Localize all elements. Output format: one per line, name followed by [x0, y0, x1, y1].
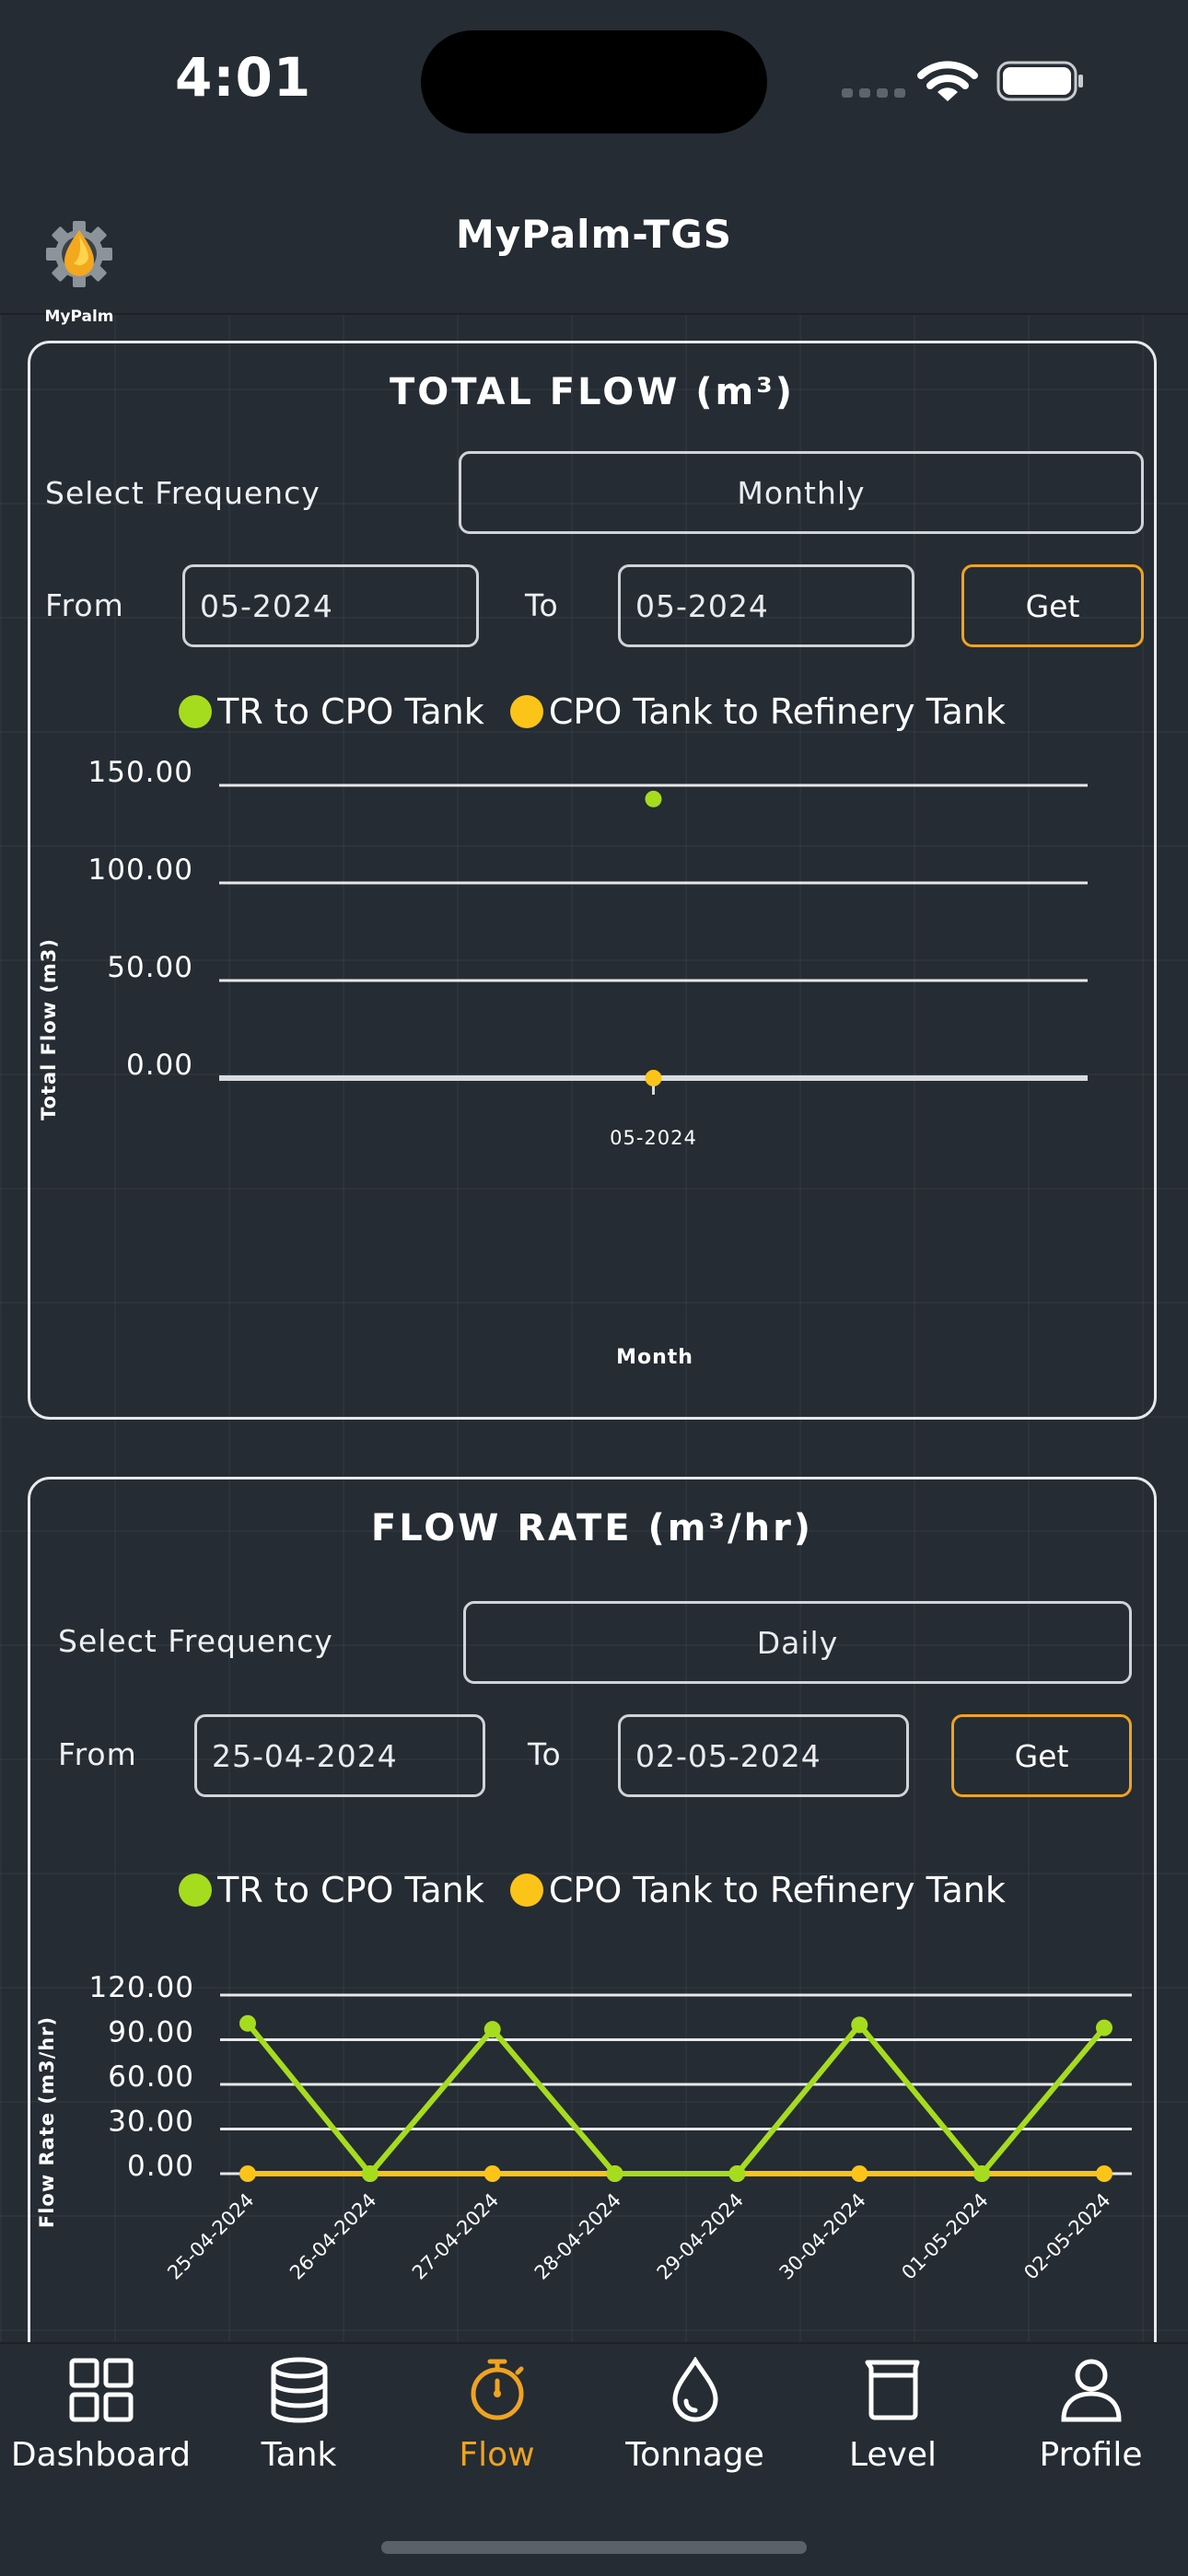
x-tick-label: 30-04-2024 [775, 2189, 870, 2284]
data-point [361, 2165, 379, 2182]
nav-item-tank[interactable]: Tank [200, 2344, 398, 2510]
total-flow-frequency-label: Select Frequency [45, 475, 320, 511]
total-flow-from-input[interactable]: 05-2024 [182, 564, 479, 647]
nav-item-tonnage[interactable]: Tonnage [596, 2344, 794, 2510]
series-line [245, 2021, 1107, 2176]
y-tick-label: 30.00 [108, 2106, 194, 2139]
beaker-icon [865, 2360, 920, 2420]
legend-dot [509, 1874, 543, 1907]
data-point [239, 2165, 256, 2182]
flow-rate-card: FLOW RATE (m³/hr) Select Frequency Daily… [28, 1477, 1157, 2407]
legend-item[interactable]: CPO Tank to Refinery Tank [509, 1870, 1006, 1910]
legend-item[interactable]: CPO Tank to Refinery Tank [509, 691, 1006, 732]
dynamic-island [421, 30, 767, 133]
grid-icon [69, 2358, 134, 2422]
nav-item-level[interactable]: Level [794, 2344, 992, 2510]
y-axis-label: Flow Rate (m3/hr) [36, 2016, 58, 2228]
flow-rate-frequency-label: Select Frequency [58, 1623, 333, 1659]
total-flow-from-label: From [45, 587, 124, 623]
legend-dot [179, 695, 213, 728]
nav-label: Level [848, 2436, 938, 2474]
flow-rate-frequency-select[interactable]: Daily [463, 1601, 1132, 1684]
nav-item-flow[interactable]: Flow [398, 2344, 596, 2510]
data-point [239, 2014, 256, 2032]
flow-rate-title: FLOW RATE (m³/hr) [370, 1507, 814, 1549]
data-point [483, 2021, 501, 2038]
total-flow-chart: 150.00 100.00 50.00 0.00 05-2024 Total Flow… [38, 756, 1088, 1369]
nav-label: Flow [459, 2436, 535, 2474]
cellular-signal-icon [842, 88, 905, 98]
flow-rate-to-label: To [528, 1736, 562, 1772]
status-bar: 4:01 [0, 0, 1188, 175]
y-tick-label: 150.00 [88, 756, 193, 789]
y-tick-label: 0.00 [127, 2150, 194, 2183]
legend-label: CPO Tank to Refinery Tank [548, 1870, 1006, 1910]
nav-label: Profile [1039, 2436, 1143, 2474]
flow-rate-from-label: From [58, 1736, 137, 1772]
flow-rate-get-button[interactable]: Get [951, 1714, 1132, 1797]
database-icon [271, 2357, 328, 2423]
data-point [728, 2165, 746, 2182]
x-tick-label: 01-05-2024 [897, 2189, 992, 2284]
flow-rate-to-input[interactable]: 02-05-2024 [618, 1714, 909, 1797]
total-flow-legend: TR to CPO Tank CPO Tank to Refinery Tank [30, 691, 1154, 732]
y-tick-label: 0.00 [126, 1049, 193, 1082]
logo-text: MyPalm [44, 307, 114, 326]
data-point [606, 2165, 623, 2182]
x-tick-label: 25-04-2024 [163, 2189, 258, 2284]
legend-label: CPO Tank to Refinery Tank [548, 691, 1006, 732]
x-tick-label: 02-05-2024 [1019, 2189, 1114, 2284]
data-point [851, 2165, 868, 2182]
y-tick-label: 90.00 [108, 2016, 194, 2049]
data-point [973, 2165, 991, 2182]
data-point [483, 2165, 501, 2182]
battery-icon [996, 61, 1083, 101]
nav-label: Dashboard [10, 2436, 192, 2474]
legend-item[interactable]: TR to CPO Tank [179, 1870, 484, 1910]
user-icon [1061, 2359, 1122, 2422]
total-flow-card: TOTAL FLOW (m³) Select Frequency Monthly… [28, 341, 1157, 1420]
nav-item-dashboard[interactable]: Dashboard [2, 2344, 200, 2510]
nav-label: Tonnage [625, 2436, 764, 2474]
data-point [851, 2016, 868, 2034]
data-point [645, 1070, 662, 1086]
total-flow-to-input[interactable]: 05-2024 [618, 564, 914, 647]
y-axis-label: Total Flow (m3) [38, 938, 60, 1120]
stopwatch-icon [471, 2359, 524, 2420]
x-tick-label: 28-04-2024 [530, 2189, 625, 2284]
total-flow-to-label: To [525, 587, 559, 623]
x-tick-label: 26-04-2024 [285, 2189, 380, 2284]
y-tick-label: 50.00 [107, 951, 193, 984]
data-point [645, 790, 662, 807]
data-point [1096, 2019, 1112, 2036]
droplet-icon [672, 2357, 718, 2422]
status-time: 4:01 [175, 46, 312, 109]
flow-rate-from-input[interactable]: 25-04-2024 [194, 1714, 485, 1797]
y-tick-label: 60.00 [108, 2060, 194, 2094]
page-title: MyPalm-TGS [456, 212, 732, 257]
total-flow-get-button[interactable]: Get [961, 564, 1144, 647]
legend-item[interactable]: TR to CPO Tank [179, 691, 484, 732]
legend-dot [509, 695, 543, 728]
data-point [1096, 2165, 1112, 2182]
legend-label: TR to CPO Tank [217, 691, 484, 732]
y-tick-label: 120.00 [89, 1971, 194, 2004]
total-flow-frequency-select[interactable]: Monthly [459, 451, 1144, 534]
y-tick-label: 100.00 [88, 853, 193, 887]
x-tick-label: 29-04-2024 [653, 2189, 748, 2284]
legend-dot [179, 1874, 213, 1907]
nav-item-profile[interactable]: Profile [992, 2344, 1188, 2510]
x-axis-label: Month [616, 1346, 693, 1369]
x-tick-label: 05-2024 [610, 1127, 697, 1149]
wifi-icon [917, 61, 978, 101]
total-flow-title: TOTAL FLOW (m³) [389, 371, 796, 413]
legend-label: TR to CPO Tank [217, 1870, 484, 1910]
home-indicator [381, 2541, 807, 2554]
app-header: MyPalm MyPalm-TGS [0, 175, 1188, 326]
flow-rate-legend: TR to CPO Tank CPO Tank to Refinery Tank [30, 1870, 1154, 1910]
x-tick-label: 27-04-2024 [408, 2189, 503, 2284]
nav-label: Tank [261, 2436, 337, 2474]
